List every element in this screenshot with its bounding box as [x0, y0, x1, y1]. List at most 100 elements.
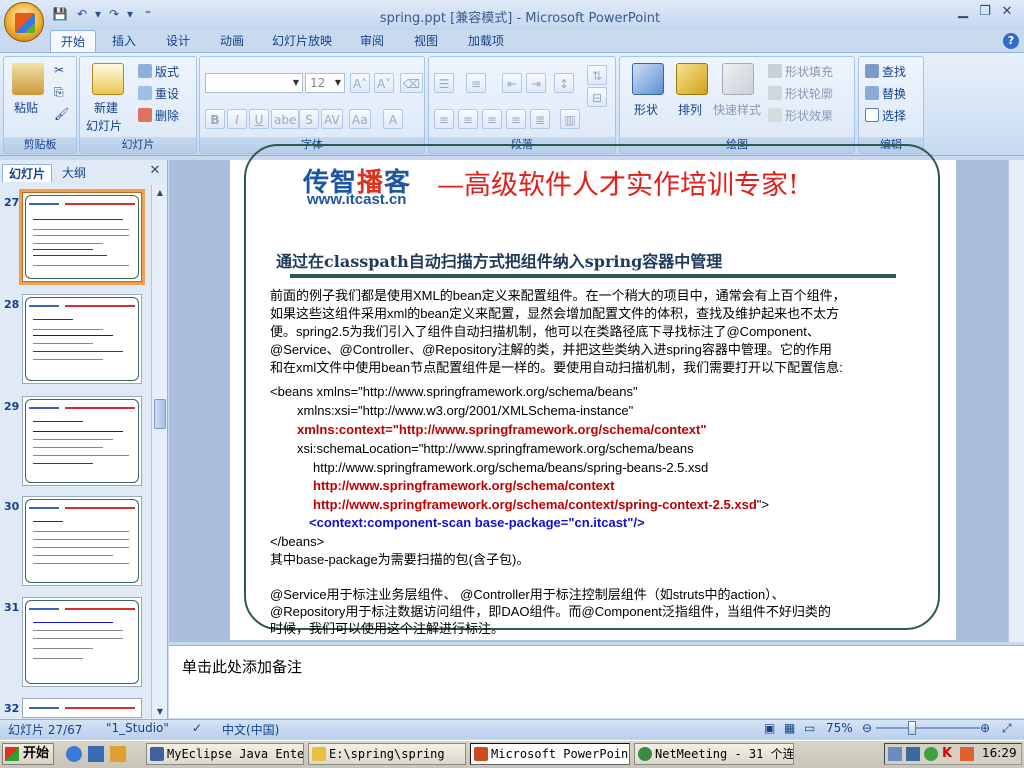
tab-animations[interactable]: 动画 — [212, 30, 252, 52]
component-scan-line[interactable]: <context:component-scan base-package="cn… — [309, 514, 929, 532]
undo-dropdown-icon[interactable]: ▾ — [90, 6, 106, 22]
font-color-icon[interactable]: A — [383, 109, 403, 129]
body-line[interactable]: 和在xml文件中使用bean节点配置组件是一样的。要使用自动扫描机制，我们需要打… — [270, 359, 890, 377]
align-text-icon[interactable]: ⊟ — [587, 87, 607, 107]
font-size-combo[interactable]: 12 ▼ — [305, 73, 345, 93]
tab-slides[interactable]: 幻灯片 — [2, 164, 53, 182]
strikethrough-icon[interactable]: abe — [271, 109, 300, 129]
zoom-level[interactable]: 75% — [826, 721, 853, 735]
code-line-highlight[interactable]: xmlns:context="http://www.springframewor… — [297, 421, 917, 439]
quick-styles-icon[interactable] — [722, 63, 754, 95]
body-line[interactable]: @Repository用于标注数据访问组件，即DAO组件。而@Component… — [270, 603, 890, 621]
body-line[interactable]: 时候，我们可以使用这个注解进行标注。 — [270, 620, 890, 638]
slide-scrollbar[interactable] — [1008, 160, 1024, 642]
tab-design[interactable]: 设计 — [158, 30, 198, 52]
quick-launch-icon[interactable] — [88, 746, 104, 762]
shape-fill-button[interactable]: 形状填充 — [768, 63, 833, 80]
shadow-icon[interactable]: S — [299, 109, 319, 129]
slide-thumbnail[interactable] — [22, 698, 142, 718]
restore-icon[interactable]: ❐ — [974, 2, 996, 22]
distributed-icon[interactable]: ≣ — [530, 109, 550, 129]
bullets-icon[interactable]: ☰ — [434, 73, 454, 93]
body-line[interactable]: 前面的例子我们都是使用XML的bean定义来配置组件。在一个稍大的项目中，通常会… — [270, 287, 890, 305]
decrease-indent-icon[interactable]: ⇤ — [502, 73, 522, 93]
tab-view[interactable]: 视图 — [406, 30, 446, 52]
delete-slide-button[interactable]: 删除 — [138, 107, 179, 124]
ie-icon[interactable] — [66, 746, 82, 762]
slide-thumbnail[interactable] — [19, 189, 145, 285]
taskbar-item[interactable]: MyEclipse Java Ente... — [146, 743, 304, 765]
find-button[interactable]: 查找 — [865, 63, 906, 80]
numbering-icon[interactable]: ≡ — [466, 73, 486, 93]
tray-icon[interactable] — [888, 747, 902, 761]
spellcheck-icon[interactable]: ✓ — [192, 721, 202, 735]
normal-view-icon[interactable]: ▣ — [764, 721, 775, 735]
columns-icon[interactable]: ▥ — [560, 109, 580, 129]
clear-format-icon[interactable]: ⌫ — [400, 73, 423, 93]
scroll-thumb[interactable] — [154, 399, 166, 429]
redo-icon[interactable]: ↷ — [106, 6, 122, 22]
pane-close-icon[interactable]: ✕ — [148, 164, 162, 178]
reset-button[interactable]: 重设 — [138, 85, 179, 102]
zoom-slider-knob[interactable] — [908, 721, 916, 735]
code-line-highlight[interactable]: http://www.springframework.org/schema/co… — [313, 477, 933, 495]
slide-title[interactable]: 通过在classpath自动扫描方式把组件纳入spring容器中管理 — [276, 248, 722, 272]
replace-button[interactable]: 替换 — [865, 85, 906, 102]
customize-qat-icon[interactable]: ⁼ — [140, 6, 156, 22]
zoom-in-icon[interactable]: ⊕ — [980, 721, 990, 735]
new-slide-label-2[interactable]: 幻灯片 — [86, 117, 122, 134]
new-slide-icon[interactable] — [92, 63, 124, 95]
taskbar-item[interactable]: E:\spring\spring — [308, 743, 466, 765]
cut-icon[interactable]: ✂ — [54, 63, 64, 77]
language-status[interactable]: 中文(中国) — [222, 721, 279, 738]
tray-icon[interactable] — [906, 747, 920, 761]
slideshow-view-icon[interactable]: ▭ — [804, 721, 815, 735]
tab-slide-show[interactable]: 幻灯片放映 — [265, 30, 339, 52]
code-line[interactable]: xsi:schemaLocation="http://www.springfra… — [297, 440, 917, 458]
text-direction-icon[interactable]: ⇅ — [587, 65, 607, 85]
arrange-button[interactable]: 排列 — [678, 101, 702, 118]
grow-font-icon[interactable]: A˄ — [350, 73, 371, 93]
body-note[interactable]: 其中base-package为需要扫描的包(含子包)。 — [270, 551, 890, 569]
bold-icon[interactable]: B — [205, 109, 225, 129]
slide-thumbnail[interactable] — [22, 496, 142, 586]
increase-indent-icon[interactable]: ⇥ — [526, 73, 546, 93]
slide-thumbnail[interactable] — [22, 294, 142, 384]
body-line[interactable]: 便。spring2.5为我们引入了组件自动扫描机制，他可以在类路径底下寻找标注了… — [270, 323, 890, 341]
line-spacing-icon[interactable]: ↕ — [554, 73, 574, 93]
taskbar-item-active[interactable]: Microsoft PowerPoin... — [470, 743, 630, 765]
save-icon[interactable]: 💾 — [52, 6, 68, 22]
notes-placeholder[interactable]: 单击此处添加备注 — [182, 656, 302, 677]
code-line[interactable]: <beans xmlns="http://www.springframework… — [270, 383, 890, 401]
code-line[interactable]: xmlns:xsi="http://www.w3.org/2001/XMLSch… — [297, 402, 917, 420]
shapes-button[interactable]: 形状 — [634, 101, 658, 118]
slide-thumbnail[interactable] — [22, 597, 142, 687]
tab-addins[interactable]: 加载项 — [460, 30, 512, 52]
shape-outline-button[interactable]: 形状轮廓 — [768, 85, 833, 102]
office-button[interactable] — [4, 2, 44, 42]
shape-effects-button[interactable]: 形状效果 — [768, 107, 833, 124]
quick-launch-icon[interactable] — [110, 746, 126, 762]
underline-icon[interactable]: U — [249, 109, 269, 129]
close-icon[interactable]: ✕ — [996, 2, 1018, 22]
tray-icon[interactable] — [924, 747, 938, 761]
justify-icon[interactable]: ≡ — [506, 109, 526, 129]
select-button[interactable]: 选择 — [865, 107, 906, 124]
change-case-icon[interactable]: Aa — [349, 109, 371, 129]
slide-thumbnail[interactable] — [22, 396, 142, 486]
shrink-font-icon[interactable]: A˅ — [374, 73, 395, 93]
body-line[interactable]: @Service、@Controller、@Repository注解的类，并把这… — [270, 341, 890, 359]
align-center-icon[interactable]: ≡ — [458, 109, 478, 129]
fit-to-window-icon[interactable]: ⤢ — [1002, 721, 1012, 736]
arrange-icon[interactable] — [676, 63, 708, 95]
zoom-slider[interactable] — [876, 727, 980, 729]
align-left-icon[interactable]: ≡ — [434, 109, 454, 129]
paste-icon[interactable] — [12, 63, 44, 95]
scroll-down-icon[interactable]: ▼ — [152, 704, 168, 720]
scroll-up-icon[interactable]: ▲ — [152, 185, 168, 201]
format-painter-icon[interactable]: 🖌 — [54, 107, 69, 121]
tab-home[interactable]: 开始 — [50, 30, 96, 52]
copy-icon[interactable]: ⎘ — [54, 85, 64, 100]
code-line-highlight[interactable]: http://www.springframework.org/schema/co… — [313, 496, 933, 514]
tray-icon[interactable]: K — [942, 747, 956, 761]
